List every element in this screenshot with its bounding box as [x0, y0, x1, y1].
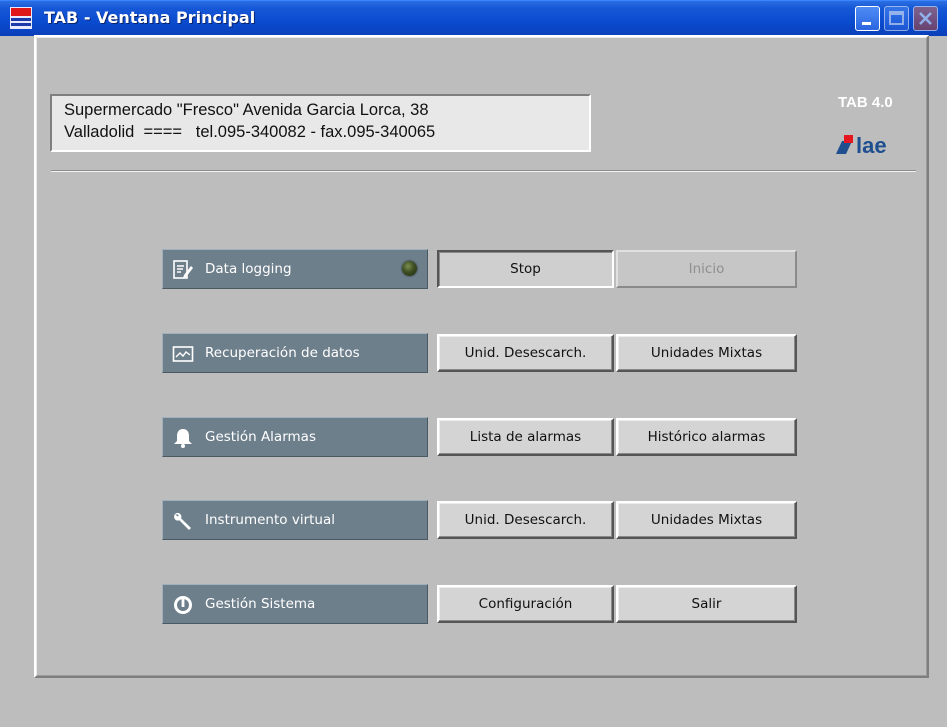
chart-icon [172, 346, 194, 362]
lista-alarmas-button[interactable]: Lista de alarmas [437, 418, 614, 456]
bell-icon [174, 429, 192, 448]
recuperacion-datos-label: Recuperación de datos [162, 333, 428, 373]
row-label: Gestión Sistema [205, 596, 316, 612]
lae-logo: lae [836, 133, 887, 155]
data-logging-icon [173, 260, 193, 279]
stop-button[interactable]: Stop [437, 250, 614, 288]
wrench-icon [174, 512, 191, 530]
gestion-sistema-label: Gestión Sistema [162, 584, 428, 624]
maximize-button[interactable] [884, 6, 909, 31]
minimize-icon [862, 22, 871, 25]
status-led [402, 261, 417, 276]
close-icon [919, 12, 932, 25]
row-label: Data logging [205, 261, 292, 277]
row-label: Recuperación de datos [205, 345, 360, 361]
brand-text: lae [856, 133, 887, 155]
version-label: TAB 4.0 [838, 94, 893, 111]
minimize-button[interactable] [855, 6, 880, 31]
address-box: Supermercado "Fresco" Avenida Garcia Lor… [50, 94, 591, 152]
data-logging-label: Data logging [162, 249, 428, 289]
title-bar[interactable]: TAB - Ventana Principal [0, 0, 947, 36]
app-icon [10, 7, 32, 29]
row-label: Instrumento virtual [205, 512, 335, 528]
historico-alarmas-button[interactable]: Histórico alarmas [616, 418, 797, 456]
maximize-icon [889, 11, 904, 25]
address-line-1: Supermercado "Fresco" Avenida Garcia Lor… [64, 101, 429, 119]
salir-button[interactable]: Salir [616, 585, 797, 623]
row-label: Gestión Alarmas [205, 429, 316, 445]
unid-desescarch-button[interactable]: Unid. Desescarch. [437, 334, 614, 372]
instrumento-virtual-label: Instrumento virtual [162, 500, 428, 540]
header-separator [51, 170, 916, 172]
gestion-alarmas-label: Gestión Alarmas [162, 417, 428, 457]
address-line-2: Valladolid ==== tel.095-340082 - fax.095… [64, 123, 436, 141]
unidades-mixtas-button-2[interactable]: Unidades Mixtas [616, 501, 797, 539]
unid-desescarch-button-2[interactable]: Unid. Desescarch. [437, 501, 614, 539]
window-title: TAB - Ventana Principal [44, 8, 256, 27]
unidades-mixtas-button[interactable]: Unidades Mixtas [616, 334, 797, 372]
close-button[interactable] [913, 6, 938, 31]
inicio-button[interactable]: Inicio [616, 250, 797, 288]
power-icon [174, 596, 192, 614]
configuracion-button[interactable]: Configuración [437, 585, 614, 623]
